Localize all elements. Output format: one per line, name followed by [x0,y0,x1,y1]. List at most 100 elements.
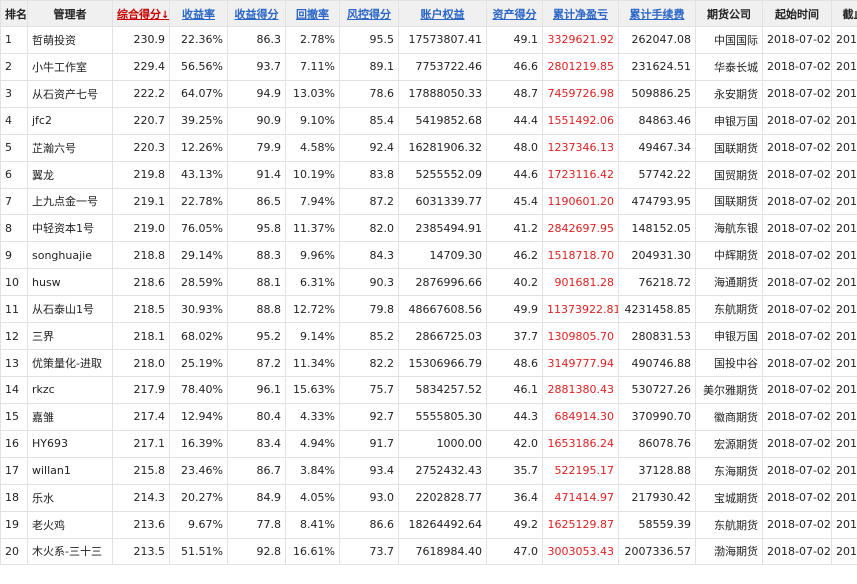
manager-cell: 芷瀚六号 [27,133,113,162]
header-composite-score[interactable]: 综合得分↓ [112,0,170,27]
risk-score-cell: 95.5 [339,26,399,54]
header-manager-label: 管理者 [53,7,87,21]
cumulative-net-pnl-cell: 1518718.70 [542,241,619,270]
manager-cell: 三界 [27,322,113,351]
header-account-equity[interactable]: 账户权益 [398,0,487,27]
drawdown-rate-cell: 11.34% [285,349,340,377]
return-rate-cell: 43.13% [169,160,228,189]
header-return-rate-label: 收益率 [182,7,215,21]
header-cumulative-net-pnl[interactable]: 累计净盈亏 [542,0,619,27]
header-futures-company: 期货公司 [695,0,763,27]
header-return-score[interactable]: 收益得分 [227,0,286,27]
rank-cell: 6 [0,160,28,189]
risk-score-cell: 92.7 [339,402,399,431]
end-date-cell: 2018-12-21 [831,322,857,351]
table-row: 6 翼龙 219.8 43.13% 91.4 10.19% 83.8 5255552.09 44… [0,160,857,189]
cumulative-fees-cell: 58559.39 [618,510,696,539]
cumulative-net-pnl-cell: 522195.17 [542,456,619,485]
return-score-cell: 92.8 [227,537,286,566]
account-equity-cell: 48667608.56 [398,295,487,324]
composite-score-cell: 220.3 [112,133,170,162]
header-return-rate[interactable]: 收益率 [169,0,228,27]
end-date-cell: 2018-12-21 [831,26,857,54]
start-date-cell: 2018-07-02 [762,268,832,297]
start-date-cell: 2018-07-02 [762,375,832,404]
table-row: 16 HY693 217.1 16.39% 83.4 4.94% 91.7 1000.00 42… [0,429,857,458]
end-date-cell: 2018-12-21 [831,268,857,297]
composite-score-cell: 219.1 [112,187,170,216]
rank-cell: 9 [0,241,28,270]
drawdown-rate-cell: 4.94% [285,429,340,458]
start-date-cell: 2018-07-02 [762,133,832,162]
futures-company-cell: 东海期货 [695,456,763,485]
composite-score-cell: 229.4 [112,52,170,81]
asset-score-cell: 48.0 [486,133,543,162]
table-row: 18 乐水 214.3 20.27% 84.9 4.05% 93.0 2202828.77 36… [0,483,857,512]
return-rate-cell: 39.25% [169,106,228,135]
account-equity-cell: 2866725.03 [398,322,487,351]
start-date-cell: 2018-07-02 [762,510,832,539]
asset-score-cell: 49.1 [486,26,543,54]
cumulative-net-pnl-cell: 3329621.92 [542,26,619,54]
header-drawdown-rate[interactable]: 回撤率 [285,0,340,27]
start-date-cell: 2018-07-02 [762,52,832,81]
rank-cell: 16 [0,429,28,458]
return-score-cell: 93.7 [227,52,286,81]
futures-company-cell: 国联期货 [695,133,763,162]
cumulative-net-pnl-cell: 901681.28 [542,268,619,297]
account-equity-cell: 16281906.32 [398,133,487,162]
return-score-cell: 79.9 [227,133,286,162]
account-equity-cell: 14709.30 [398,241,487,270]
header-account-equity-label: 账户权益 [420,7,465,21]
manager-cell: 上九点金一号 [27,187,113,216]
end-date-cell: 2018-12-21 [831,187,857,216]
manager-cell: husw [27,268,113,297]
return-rate-cell: 23.46% [169,456,228,485]
end-date-cell: 2018-12-21 [831,483,857,512]
drawdown-rate-cell: 4.58% [285,133,340,162]
end-date-cell: 2018-12-21 [831,106,857,135]
asset-score-cell: 46.1 [486,375,543,404]
risk-score-cell: 85.2 [339,322,399,351]
rank-cell: 4 [0,106,28,135]
end-date-cell: 2018-12-21 [831,52,857,81]
drawdown-rate-cell: 9.10% [285,106,340,135]
drawdown-rate-cell: 3.84% [285,456,340,485]
return-score-cell: 87.2 [227,349,286,377]
end-date-cell: 2018-12-20 [831,375,857,404]
composite-score-cell: 219.0 [112,214,170,243]
return-score-cell: 84.9 [227,483,286,512]
start-date-cell: 2018-07-02 [762,106,832,135]
composite-score-cell: 217.9 [112,375,170,404]
header-risk-score[interactable]: 风控得分 [339,0,399,27]
return-score-cell: 95.8 [227,214,286,243]
account-equity-cell: 2385494.91 [398,214,487,243]
return-score-cell: 86.5 [227,187,286,216]
cumulative-fees-cell: 474793.95 [618,187,696,216]
composite-score-cell: 220.7 [112,106,170,135]
header-drawdown-rate-label: 回撤率 [296,7,329,21]
futures-company-cell: 中国国际 [695,26,763,54]
table-row: 19 老火鸡 213.6 9.67% 77.8 8.41% 86.6 18264492.64 4… [0,510,857,539]
return-rate-cell: 9.67% [169,510,228,539]
table-body: 1 哲萌投资 230.9 22.36% 86.3 2.78% 95.5 17573807.41… [0,26,857,566]
manager-cell: HY693 [27,429,113,458]
header-asset-score[interactable]: 资产得分 [486,0,543,27]
asset-score-cell: 35.7 [486,456,543,485]
start-date-cell: 2018-07-02 [762,483,832,512]
risk-score-cell: 82.2 [339,349,399,377]
composite-score-cell: 222.2 [112,79,170,108]
return-score-cell: 88.1 [227,268,286,297]
end-date-cell: 2018-12-21 [831,160,857,189]
header-cumulative-fees[interactable]: 累计手续费 [618,0,696,27]
composite-score-cell: 214.3 [112,483,170,512]
futures-company-cell: 华泰长城 [695,52,763,81]
drawdown-rate-cell: 4.33% [285,402,340,431]
return-score-cell: 77.8 [227,510,286,539]
manager-cell: 嘉雏 [27,402,113,431]
futures-company-cell: 宝城期货 [695,483,763,512]
cumulative-fees-cell: 370990.70 [618,402,696,431]
cumulative-fees-cell: 231624.51 [618,52,696,81]
composite-score-cell: 218.1 [112,322,170,351]
account-equity-cell: 2202828.77 [398,483,487,512]
